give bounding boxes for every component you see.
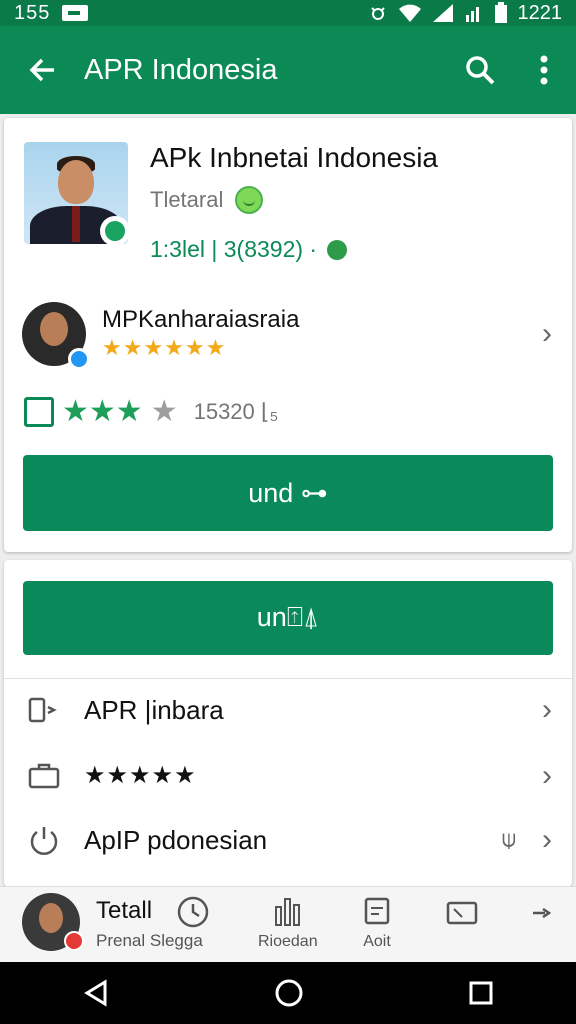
smile-icon: [235, 186, 264, 214]
secondary-card: un⍐⍋ APR |inbara › ★★★★★ › ApIP pdonesia…: [4, 560, 572, 886]
user-name: Tetall: [96, 897, 153, 924]
more-vert-icon: [540, 55, 548, 85]
nav-home-icon[interactable]: [273, 977, 305, 1009]
notification-badge: [64, 931, 84, 951]
nav-recents-icon[interactable]: [467, 979, 495, 1007]
list-item-label: APR |inbara: [84, 694, 224, 725]
status-icons: 1221: [368, 1, 563, 25]
chevron-right-icon: ›: [542, 823, 552, 856]
primary-action-button[interactable]: und ⊶: [23, 455, 553, 531]
app-icon-image[interactable]: [24, 142, 128, 244]
rating-stars-green: ★★★: [62, 395, 143, 428]
app-detail-card: APk Inbnetai Indonesia Tletaral 1:3lel |…: [4, 118, 572, 552]
app-subtitle-row: Tletaral: [150, 186, 264, 214]
chevron-right-icon: ›: [542, 693, 552, 726]
rating-stars-gray: ★: [150, 395, 178, 428]
status-bar: 155 1221: [0, 0, 576, 26]
nav-back-icon[interactable]: [81, 978, 111, 1008]
extra-icon: ⍦: [501, 826, 516, 853]
verified-icon: [68, 348, 90, 370]
tab-label: Aoit: [363, 933, 391, 950]
doc-icon: [364, 897, 390, 925]
green-dot-icon: [327, 239, 348, 260]
power-icon: [4, 823, 84, 857]
signal2-icon: [465, 7, 479, 22]
user-avatar[interactable]: [22, 893, 84, 951]
briefcase-icon: [4, 761, 84, 791]
chevron-right-icon: ›: [542, 759, 552, 792]
signal-icon: [432, 4, 453, 22]
status-clock: 1221: [517, 1, 563, 24]
user-subtitle: Prenal Slegga: [96, 931, 203, 950]
list-item[interactable]: APR |inbara ›: [4, 678, 572, 742]
list-item[interactable]: ApIP pdonesian ⍦ ›: [4, 808, 572, 872]
back-button[interactable]: [0, 26, 84, 114]
arrow-back-icon: [29, 58, 54, 82]
search-button[interactable]: [448, 26, 512, 114]
system-nav-bar: [0, 962, 576, 1024]
chevron-right-icon: ›: [542, 317, 552, 350]
developer-stars: ★★★★★★: [102, 335, 227, 360]
developer-row[interactable]: MPKanharaiasraia ★★★★★★ ›: [22, 300, 562, 370]
rating-row: ★★★ ★ 15320 ⌊₅: [24, 394, 278, 429]
list-item[interactable]: ★★★★★ ›: [4, 744, 572, 808]
list-item-label: ApIP pdonesian: [84, 824, 268, 855]
rating-count: 15320 ⌊₅: [193, 398, 279, 424]
tab-label: Rioedan: [258, 933, 318, 950]
tab-clock[interactable]: [176, 895, 210, 929]
more-icon: [533, 907, 552, 919]
app-title: APk Inbnetai Indonesia: [150, 142, 438, 173]
bug-icon: [370, 7, 385, 20]
bar-chart-icon: [274, 898, 300, 926]
wifi-icon: [398, 4, 421, 22]
app-subtitle: Tletaral: [150, 187, 224, 212]
secondary-action-button[interactable]: un⍐⍋: [23, 581, 553, 655]
search-icon: [466, 56, 495, 85]
thumbs-up-icon: [24, 396, 54, 427]
clock-icon: [177, 896, 209, 928]
app-meta: 1:3lel | 3(8392) ·: [150, 236, 318, 262]
tab-aoit[interactable]: Aoit: [360, 895, 394, 951]
list-item-stars: ★★★★★: [84, 762, 197, 789]
vpn-key-icon: [62, 5, 89, 21]
tab-tablet[interactable]: [444, 895, 480, 929]
tab-more[interactable]: [530, 895, 554, 929]
overflow-menu-button[interactable]: [512, 26, 576, 114]
tab-rioedan[interactable]: Rioedan: [258, 895, 318, 951]
verified-badge-icon: [100, 216, 128, 244]
phone-icon: [4, 695, 84, 725]
app-meta-row: 1:3lel | 3(8392) ·: [150, 236, 348, 263]
developer-name: MPKanharaiasraia: [102, 306, 300, 333]
battery-icon: [494, 2, 507, 23]
tablet-icon: [446, 901, 478, 925]
bottom-bar: Tetall Prenal Slegga Rioedan Aoit: [0, 886, 576, 962]
app-bar: APR Indonesia: [0, 26, 576, 114]
status-time: 155: [14, 1, 51, 24]
developer-avatar: [22, 302, 90, 370]
page-title: APR Indonesia: [84, 53, 278, 86]
